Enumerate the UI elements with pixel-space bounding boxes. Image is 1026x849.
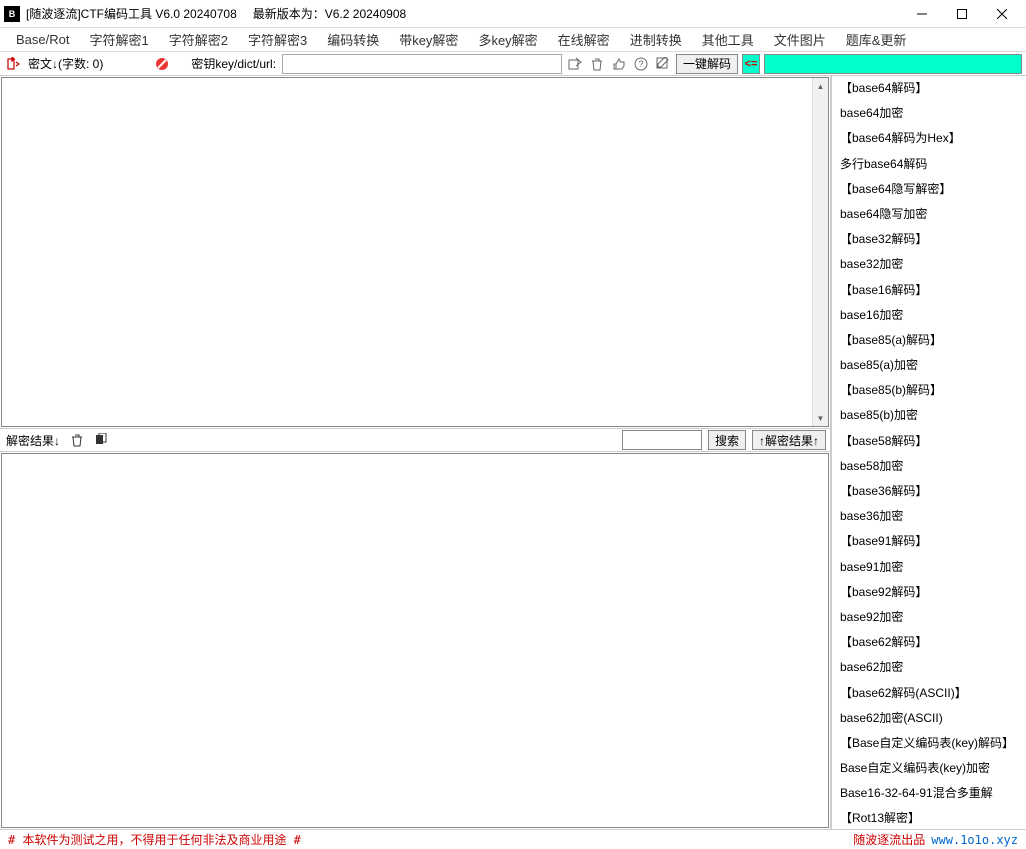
menu-item-7[interactable]: 在线解密 [548,27,620,52]
key-input[interactable] [282,54,562,74]
algo-item[interactable]: 【base62解码】 [832,630,1026,655]
window-title: [随波逐流]CTF编码工具 V6.0 20240708 [26,5,237,22]
algo-item[interactable]: base85(b)加密 [832,403,1026,428]
algo-item[interactable]: 【base62解码(ASCII)】 [832,681,1026,706]
decode-button[interactable]: 一键解码 [676,54,738,74]
algo-item[interactable]: base62加密(ASCII) [832,706,1026,731]
key-label: 密钥key/dict/url: [189,55,278,72]
algo-item[interactable]: 【base91解码】 [832,529,1026,554]
toolbar: 密文↓(字数: 0) 密钥key/dict/url: ? 一键解码 <= [0,52,1026,76]
cyan-strip [764,54,1022,74]
block-icon[interactable] [153,55,171,73]
menu-item-4[interactable]: 编码转换 [317,27,389,52]
footer-url[interactable]: www.1o1o.xyz [931,833,1018,847]
menu-item-0[interactable]: Base/Rot [6,29,79,50]
titlebar: B [随波逐流]CTF编码工具 V6.0 20240708 最新版本为：V6.2… [0,0,1026,28]
algo-item[interactable]: 【base32解码】 [832,227,1026,252]
algo-item[interactable]: 【base64解码】 [832,76,1026,101]
menubar: Base/Rot字符解密1字符解密2字符解密3编码转换带key解密多key解密在… [0,28,1026,52]
algo-item[interactable]: base85(a)加密 [832,353,1026,378]
copy-icon[interactable] [92,431,110,449]
algorithm-list[interactable]: 【base64解码】base64加密【base64解码为Hex】多行base64… [831,76,1026,829]
svg-text:?: ? [639,59,644,69]
algo-item[interactable]: base58加密 [832,454,1026,479]
trash-icon[interactable] [588,55,606,73]
edit-icon[interactable] [654,55,672,73]
algo-item[interactable]: base64加密 [832,101,1026,126]
algo-item[interactable]: base16加密 [832,303,1026,328]
algo-item[interactable]: base91加密 [832,555,1026,580]
result-up-button[interactable]: ↑解密结果↑ [752,430,826,450]
menu-item-2[interactable]: 字符解密2 [159,27,238,52]
algo-item[interactable]: 【base58解码】 [832,429,1026,454]
latest-version: 最新版本为：V6.2 20240908 [253,5,406,22]
menu-item-3[interactable]: 字符解密3 [238,27,317,52]
app-icon: B [4,6,20,22]
result-label: 解密结果↓ [4,432,62,449]
result-textarea[interactable] [2,454,828,827]
cipher-textarea[interactable] [2,78,828,426]
send-icon[interactable] [566,55,584,73]
disclaimer-text: # 本软件为测试之用，不得用于任何非法及商业用途 # [8,831,301,848]
algo-item[interactable]: 【base36解码】 [832,479,1026,504]
search-button[interactable]: 搜索 [708,430,746,450]
algo-item[interactable]: base64隐写加密 [832,202,1026,227]
help-icon[interactable]: ? [632,55,650,73]
trash2-icon[interactable] [68,431,86,449]
cipher-editor-wrap: ▲▼ [1,77,829,427]
algo-item[interactable]: 【base64解码为Hex】 [832,126,1026,151]
algo-item[interactable]: 【base16解码】 [832,278,1026,303]
algo-item[interactable]: 【base85(b)解码】 [832,378,1026,403]
algo-item[interactable]: 多行base64解码 [832,152,1026,177]
algo-item[interactable]: 【Rot13解密】 [832,806,1026,829]
import-icon[interactable] [4,55,22,73]
algo-item[interactable]: Base16-32-64-91混合多重解 [832,781,1026,806]
menu-item-10[interactable]: 文件图片 [764,27,836,52]
menu-item-5[interactable]: 带key解密 [389,27,468,52]
menu-item-8[interactable]: 进制转换 [620,27,692,52]
footer: # 本软件为测试之用，不得用于任何非法及商业用途 # 随波逐流出品 www.1o… [0,829,1026,849]
menu-item-11[interactable]: 题库&更新 [836,27,917,52]
minimize-button[interactable] [902,1,942,27]
left-panel: ▲▼ 解密结果↓ 搜索 ↑解密结果↑ [0,76,831,829]
algo-item[interactable]: base36加密 [832,504,1026,529]
scrollbar[interactable]: ▲▼ [812,78,828,426]
result-editor-wrap [1,453,829,828]
credit-text: 随波逐流出品 [853,831,925,848]
algo-item[interactable]: base92加密 [832,605,1026,630]
algo-item[interactable]: base32加密 [832,252,1026,277]
algo-item[interactable]: Base自定义编码表(key)加密 [832,756,1026,781]
mid-toolbar: 解密结果↓ 搜索 ↑解密结果↑ [0,428,830,452]
menu-item-6[interactable]: 多key解密 [468,27,547,52]
menu-item-9[interactable]: 其他工具 [692,27,764,52]
search-input[interactable] [622,430,702,450]
algo-item[interactable]: 【Base自定义编码表(key)解码】 [832,731,1026,756]
thumbs-up-icon[interactable] [610,55,628,73]
algo-item[interactable]: 【base92解码】 [832,580,1026,605]
algo-item[interactable]: base62加密 [832,655,1026,680]
cipher-label: 密文↓(字数: 0) [26,55,105,72]
close-button[interactable] [982,1,1022,27]
algo-item[interactable]: 【base85(a)解码】 [832,328,1026,353]
maximize-button[interactable] [942,1,982,27]
algo-item[interactable]: 【base64隐写解密】 [832,177,1026,202]
menu-item-1[interactable]: 字符解密1 [79,27,158,52]
arrow-indicator: <= [742,54,760,74]
